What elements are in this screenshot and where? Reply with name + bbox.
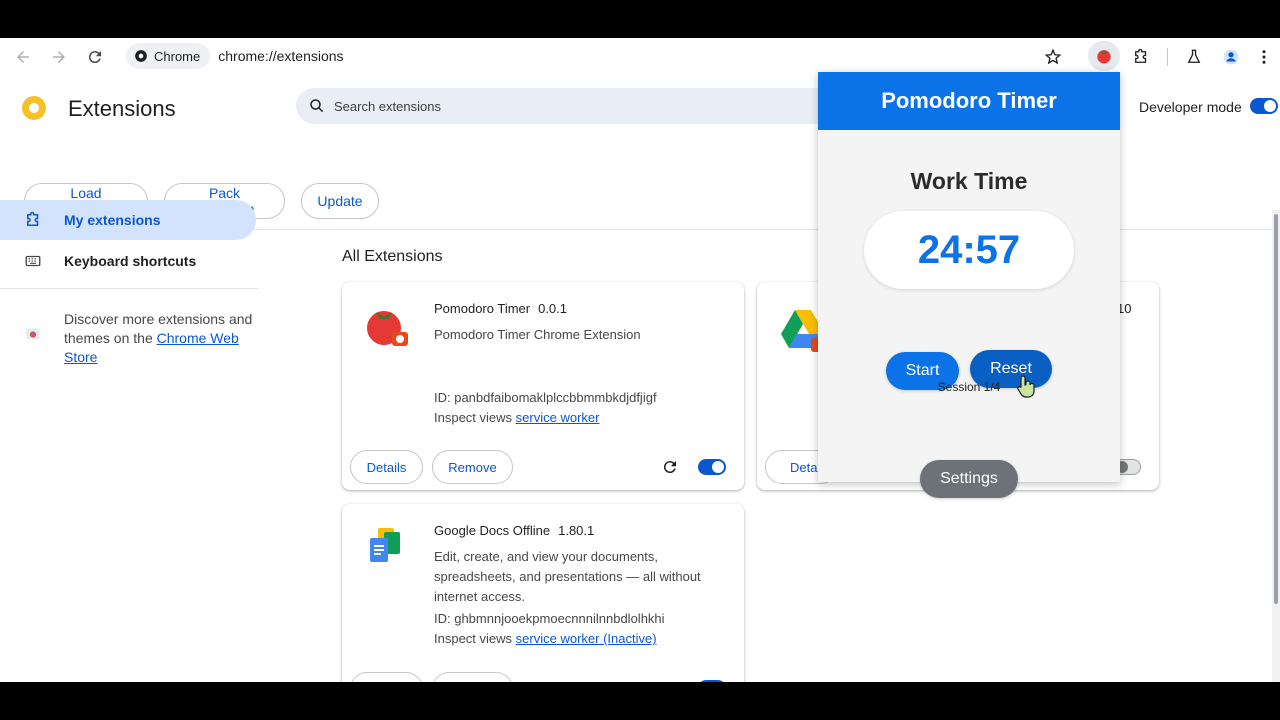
timer-mode-label: Work Time xyxy=(910,168,1028,194)
details-button[interactable]: Details xyxy=(350,450,423,484)
keyboard-icon xyxy=(25,255,41,267)
puzzle-icon xyxy=(1135,48,1147,63)
search-icon xyxy=(310,99,324,113)
enable-toggle[interactable] xyxy=(698,459,726,475)
inspect-views: Inspect views service worker (Inactive) xyxy=(434,631,657,646)
extension-name: Google Docs Offline 1.80.1 xyxy=(434,523,595,538)
reload-icon xyxy=(88,51,101,64)
details-button[interactable] xyxy=(350,672,423,682)
section-title: All Extensions xyxy=(342,248,443,265)
reload-button[interactable] xyxy=(80,42,110,72)
service-worker-link[interactable]: service worker xyxy=(516,410,600,425)
settings-button[interactable]: Settings xyxy=(920,460,1018,498)
search-box[interactable] xyxy=(296,88,856,124)
tomato-icon xyxy=(1097,50,1111,64)
extension-card-docs-offline: Google Docs Offline 1.80.1 Edit, create, … xyxy=(342,504,744,682)
search-input[interactable] xyxy=(334,98,734,114)
puzzle-icon xyxy=(27,211,39,226)
remove-button[interactable]: Remove xyxy=(432,450,513,484)
timer-display: 24:57 xyxy=(864,211,1074,289)
arrow-right-icon xyxy=(53,51,65,63)
extensions-menu-button[interactable] xyxy=(1126,42,1156,72)
flask-icon xyxy=(1187,49,1201,63)
star-icon xyxy=(1044,48,1062,65)
pomodoro-extension-button[interactable] xyxy=(1088,41,1120,71)
extension-description: Edit, create, and view your documents, s… xyxy=(434,549,701,604)
service-worker-link[interactable]: service worker (Inactive) xyxy=(516,631,657,646)
tomato-icon xyxy=(367,311,408,346)
developer-mode-label: Developer mode xyxy=(1139,99,1242,115)
extension-card-pomodoro: Pomodoro Timer 0.0.1 Pomodoro Timer Chrom… xyxy=(342,282,744,490)
browser-window: Chrome chrome://extensions Extensions Se… xyxy=(0,38,1280,682)
url-text[interactable]: chrome://extensions xyxy=(218,48,343,64)
hand-cursor-icon xyxy=(1017,375,1035,398)
sidebar-item-label: Keyboard shortcuts xyxy=(64,253,197,269)
kebab-menu-icon xyxy=(1262,50,1266,64)
address-bar[interactable]: Chrome chrome://extensions xyxy=(122,40,1082,72)
popup-title: Pomodoro Timer xyxy=(818,72,1120,130)
pomodoro-popup: Pomodoro Timer Work Time 24:57 Start Res… xyxy=(818,72,1120,498)
toolbar-separator xyxy=(1167,48,1168,66)
google-docs-icon xyxy=(370,528,400,562)
reload-extension-icon[interactable] xyxy=(661,458,679,476)
developer-mode-toggle[interactable] xyxy=(1250,98,1278,114)
extension-id: ID: ghbmnnjooekpmoecnnnilnnbdlolhkhi xyxy=(434,611,665,626)
discover-text: Discover more extensions and themes on t… xyxy=(64,311,253,365)
bookmark-button[interactable] xyxy=(1038,42,1068,72)
extension-name: Pomodoro Timer 0.0.1 xyxy=(434,301,568,316)
update-button[interactable]: Update xyxy=(301,183,379,219)
web-store-icon xyxy=(26,328,40,339)
sidebar-item-my-extensions[interactable]: My extensions xyxy=(0,200,256,240)
extension-id: ID: panbdfaibomaklplccbbmmbkdjdfjigf xyxy=(434,390,657,405)
extension-version: 1.80.1 xyxy=(558,523,595,538)
chrome-logo-icon xyxy=(135,50,147,62)
sidebar-item-label: My extensions xyxy=(64,212,161,228)
sidebar-item-keyboard-shortcuts[interactable]: Keyboard shortcuts xyxy=(0,241,256,281)
site-chip-label: Chrome xyxy=(154,48,201,64)
remove-button[interactable] xyxy=(432,672,513,682)
discover-more: Discover more extensions and themes on t… xyxy=(24,310,254,367)
avatar-icon xyxy=(1223,49,1239,65)
page-title: Extensions xyxy=(68,96,176,121)
extension-version: 0.0.1 xyxy=(538,301,568,316)
browser-menu-button[interactable] xyxy=(1252,42,1276,72)
forward-button[interactable] xyxy=(44,42,74,72)
extensions-logo-icon xyxy=(22,96,46,120)
session-counter: Session 1/4 xyxy=(937,380,1001,394)
inspect-views: Inspect views service worker xyxy=(434,410,600,425)
arrow-left-icon xyxy=(17,51,29,63)
site-chip[interactable]: Chrome xyxy=(126,43,211,69)
extension-description: Pomodoro Timer Chrome Extension xyxy=(434,327,641,342)
back-button[interactable] xyxy=(8,42,38,72)
enable-toggle[interactable] xyxy=(698,680,726,682)
profile-button[interactable] xyxy=(1216,42,1246,72)
labs-button[interactable] xyxy=(1179,42,1209,72)
browser-toolbar: Chrome chrome://extensions xyxy=(0,38,1280,76)
scrollbar-thumb[interactable] xyxy=(1274,214,1278,604)
sidebar-divider xyxy=(0,288,258,289)
